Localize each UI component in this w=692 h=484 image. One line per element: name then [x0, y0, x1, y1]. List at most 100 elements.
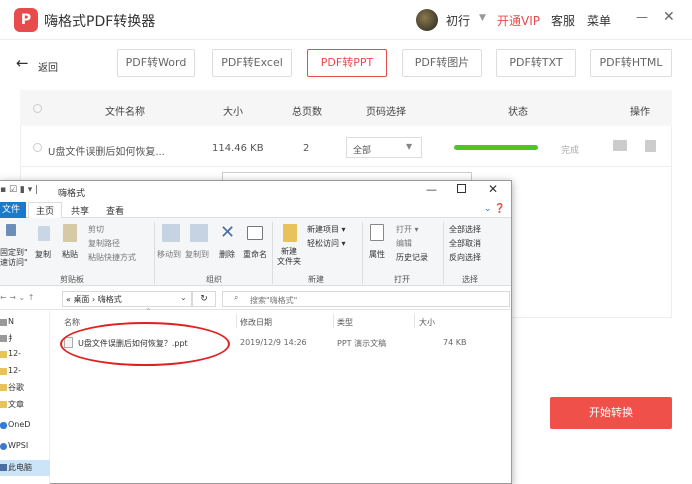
menu-link[interactable]: 菜单	[587, 12, 611, 29]
col-page-range: 页码选择	[366, 107, 406, 118]
edit-button[interactable]: 编辑	[396, 238, 412, 249]
column-divider[interactable]	[236, 314, 237, 328]
tab-pdf-ppt[interactable]: PDF转PPT	[307, 49, 387, 77]
back-button[interactable]: 返回	[38, 59, 58, 74]
pin-icon	[6, 224, 16, 236]
group-clipboard: 剪贴板	[60, 275, 84, 284]
page-range-value: 全部	[353, 146, 372, 156]
invert-selection-button[interactable]: 反向选择	[449, 252, 481, 263]
cut-button[interactable]: 剪切	[88, 224, 104, 235]
address-history-caret-icon[interactable]: ⌄	[180, 293, 187, 302]
col-modified[interactable]: 修改日期	[240, 317, 272, 328]
rename-button[interactable]: 重命名	[243, 249, 267, 260]
folder-icon	[0, 384, 7, 391]
menu-view[interactable]: 查看	[106, 204, 124, 217]
delete-button[interactable]: 删除	[219, 249, 235, 260]
nav-item[interactable]: 12-	[8, 366, 21, 375]
refresh-icon[interactable]: ↻	[192, 291, 216, 307]
minimize-button[interactable]: —	[636, 10, 648, 24]
paste-shortcut-button[interactable]: 粘贴快捷方式	[88, 252, 136, 263]
select-none-button[interactable]: 全部取消	[449, 238, 481, 249]
menu-share[interactable]: 共享	[71, 204, 89, 217]
progress-bar	[454, 145, 538, 150]
back-arrow-icon[interactable]: ←	[16, 54, 29, 72]
move-to-icon	[162, 224, 180, 242]
highlight-circle	[60, 322, 230, 366]
status-text: 完成	[561, 146, 580, 156]
copy-button[interactable]: 复制	[35, 249, 51, 260]
row-file-size: 114.46 KB	[212, 143, 264, 154]
nav-item[interactable]: N	[8, 317, 14, 326]
easy-access-button[interactable]: 轻松访问 ▾	[307, 238, 346, 249]
nav-item[interactable]: 谷歌	[8, 382, 24, 393]
quick-access-toolbar[interactable]: ▪ ☑ ▮ ▾ |	[0, 185, 38, 195]
vip-link[interactable]: 开通VIP	[497, 12, 540, 29]
col-pages: 总页数	[292, 107, 322, 118]
explorer-minimize-button[interactable]: —	[426, 183, 437, 196]
close-button[interactable]: ✕	[663, 9, 675, 25]
row-file-name: U盘文件误删后如何恢复...	[48, 147, 165, 158]
folder-icon	[0, 351, 7, 358]
col-type[interactable]: 类型	[337, 317, 353, 328]
explorer-maximize-button[interactable]	[457, 184, 466, 193]
nav-item[interactable]: 扌	[8, 333, 16, 344]
column-divider[interactable]	[333, 314, 334, 328]
app-logo-icon: P	[14, 8, 38, 32]
copy-to-button[interactable]: 复制到	[185, 249, 209, 260]
onedrive-icon	[0, 422, 7, 429]
copy-path-button[interactable]: 复制路径	[88, 238, 120, 249]
support-link[interactable]: 客服	[551, 12, 575, 29]
copy-icon	[38, 226, 50, 241]
tab-pdf-excel[interactable]: PDF转Excel	[212, 49, 292, 77]
file-size: 74 KB	[443, 338, 467, 347]
avatar[interactable]	[416, 9, 438, 31]
open-button[interactable]: 打开 ▾	[396, 224, 419, 235]
drive-icon	[0, 319, 7, 326]
app-title: 嗨格式PDF转换器	[44, 14, 156, 30]
pin-quick-access-label2: 速访问"	[0, 258, 28, 267]
new-item-button[interactable]: 新建项目 ▾	[307, 224, 346, 235]
tab-pdf-word[interactable]: PDF转Word	[117, 49, 195, 77]
col-size[interactable]: 大小	[419, 317, 435, 328]
nav-arrows-icon[interactable]: ← → ⌄ ↑	[0, 293, 34, 302]
ribbon-divider	[154, 222, 155, 284]
group-select: 选择	[462, 275, 478, 284]
this-pc-icon	[0, 464, 7, 471]
ribbon-help-icon[interactable]: ⌄ ❓	[484, 204, 506, 214]
nav-item[interactable]: 12-	[8, 349, 21, 358]
paste-button[interactable]: 粘贴	[62, 249, 78, 260]
nav-item[interactable]: 文章	[8, 399, 24, 410]
explorer-title: 嗨格式	[58, 189, 86, 199]
ribbon-divider	[443, 222, 444, 284]
menu-file[interactable]: 文件	[0, 202, 26, 218]
select-all-button[interactable]: 全部选择	[449, 224, 481, 235]
properties-button[interactable]: 属性	[369, 249, 385, 260]
ribbon-divider	[362, 222, 363, 284]
menu-home[interactable]: 主页	[36, 204, 54, 217]
trash-icon[interactable]	[645, 140, 656, 152]
start-convert-button[interactable]: 开始转换	[550, 397, 672, 429]
col-name[interactable]: 名称	[64, 317, 80, 328]
move-to-button[interactable]: 移动到	[157, 249, 181, 260]
tab-pdf-image[interactable]: PDF转图片	[402, 49, 482, 77]
explorer-close-button[interactable]: ✕	[488, 182, 498, 196]
tab-pdf-txt[interactable]: PDF转TXT	[496, 49, 576, 77]
breadcrumb[interactable]: « 桌面 › 嗨格式	[66, 294, 122, 305]
tab-pdf-html[interactable]: PDF转HTML	[590, 49, 672, 77]
column-divider[interactable]	[414, 314, 415, 328]
vip-caret-icon[interactable]: ▼	[479, 13, 486, 23]
username[interactable]: 初行	[446, 12, 470, 29]
group-new: 新建	[308, 275, 324, 284]
new-folder-icon	[283, 224, 297, 242]
nav-item-onedrive[interactable]: OneD	[8, 420, 30, 429]
folder-icon	[0, 368, 7, 375]
nav-item-this-pc[interactable]: 此电脑	[8, 462, 32, 473]
row-select-radio[interactable]	[33, 143, 42, 152]
properties-icon	[370, 224, 384, 241]
chevron-down-icon[interactable]: ▼	[406, 142, 412, 151]
folder-icon[interactable]	[613, 140, 627, 151]
history-button[interactable]: 历史记录	[396, 252, 428, 263]
file-type: PPT 演示文稿	[337, 339, 387, 348]
nav-item-wps[interactable]: WPSI	[8, 441, 28, 450]
select-all-radio[interactable]	[33, 104, 42, 113]
